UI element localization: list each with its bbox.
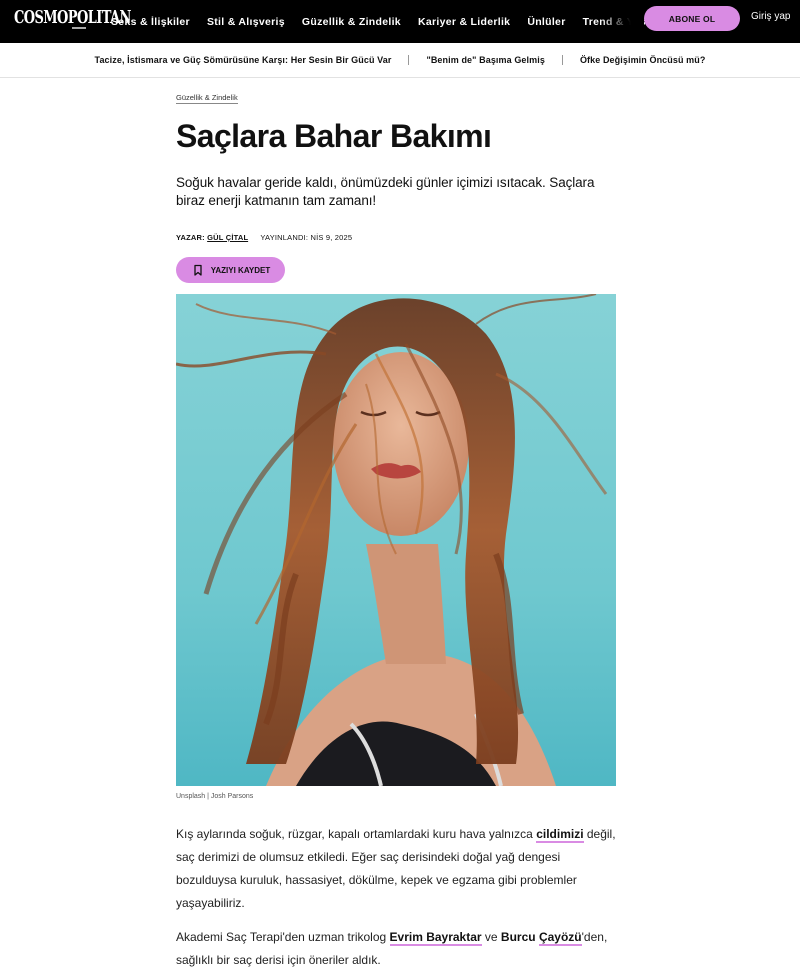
nav-link-kariyer-liderlik[interactable]: Kariyer & Liderlik <box>418 16 510 28</box>
inline-link-cildimizi[interactable]: cildimizi <box>536 827 584 843</box>
trending-link-3[interactable]: Öfke Değişimin Öncüsü mü? <box>580 55 706 65</box>
subscribe-button[interactable]: ABONE OL <box>644 6 740 31</box>
hero-image <box>176 294 616 786</box>
trending-divider <box>561 55 563 65</box>
hero-photo-woman-wind-hair <box>176 294 616 786</box>
nav-link-guzellik-zindelik[interactable]: Güzellik & Zindelik <box>302 16 401 28</box>
logo-underline <box>72 27 86 29</box>
image-caption: Unsplash | Josh Parsons <box>176 793 254 800</box>
nav-fade-overlay <box>600 0 644 43</box>
breadcrumb-category[interactable]: Güzellik & Zindelik <box>176 93 238 104</box>
top-navigation: COSMOPOLITAN Seks & İlişkiler Stil & Alı… <box>0 0 800 43</box>
nav-link-stil-alisveris[interactable]: Stil & Alışveriş <box>207 16 285 28</box>
save-article-label: YAZIYI KAYDET <box>210 265 271 275</box>
paragraph-text: Akademi Saç Terapi'den uzman trikolog <box>176 930 390 944</box>
byline-prefix: YAZAR: <box>176 233 205 242</box>
login-link[interactable]: Giriş yap <box>751 11 790 22</box>
paragraph-text: ve <box>481 930 501 944</box>
main-nav: Seks & İlişkiler Stil & Alışveriş Güzell… <box>111 0 679 43</box>
article-dek: Soğuk havalar geride kaldı, önümüzdeki g… <box>176 175 595 208</box>
expert-name: Burcu <box>500 930 536 944</box>
article-title: Saçlara Bahar Bakımı <box>176 118 492 154</box>
publish-date: YAYINLANDI: NİS 9, 2025 <box>260 233 353 242</box>
inline-link-cayozu[interactable]: Çayözü <box>538 930 582 946</box>
trending-link-2[interactable]: "Benim de" Başıma Gelmiş <box>426 55 544 65</box>
nav-link-seks-iliskiler[interactable]: Seks & İlişkiler <box>111 16 190 28</box>
trending-bar: Tacize, İstismara ve Güç Sömürüsüne Karş… <box>0 43 800 78</box>
save-article-button[interactable]: YAZIYI KAYDET <box>176 257 285 283</box>
trending-divider <box>408 55 410 65</box>
author-link[interactable]: GÜL ÇİTAL <box>207 233 248 242</box>
article-paragraph-2: Akademi Saç Terapi'den uzman trikolog Ev… <box>176 926 621 972</box>
inline-link-evrim-bayraktar[interactable]: Evrim Bayraktar <box>389 930 482 946</box>
nav-link-unluler[interactable]: Ünlüler <box>527 16 565 28</box>
bookmark-icon <box>194 264 202 276</box>
byline: YAZAR: GÜL ÇİTAL YAYINLANDI: NİS 9, 2025 <box>176 233 352 242</box>
paragraph-text: Kış aylarında soğuk, rüzgar, kapalı orta… <box>176 827 537 841</box>
trending-link-1[interactable]: Tacize, İstismara ve Güç Sömürüsüne Karş… <box>95 55 392 65</box>
article-paragraph-1: Kış aylarında soğuk, rüzgar, kapalı orta… <box>176 823 621 915</box>
